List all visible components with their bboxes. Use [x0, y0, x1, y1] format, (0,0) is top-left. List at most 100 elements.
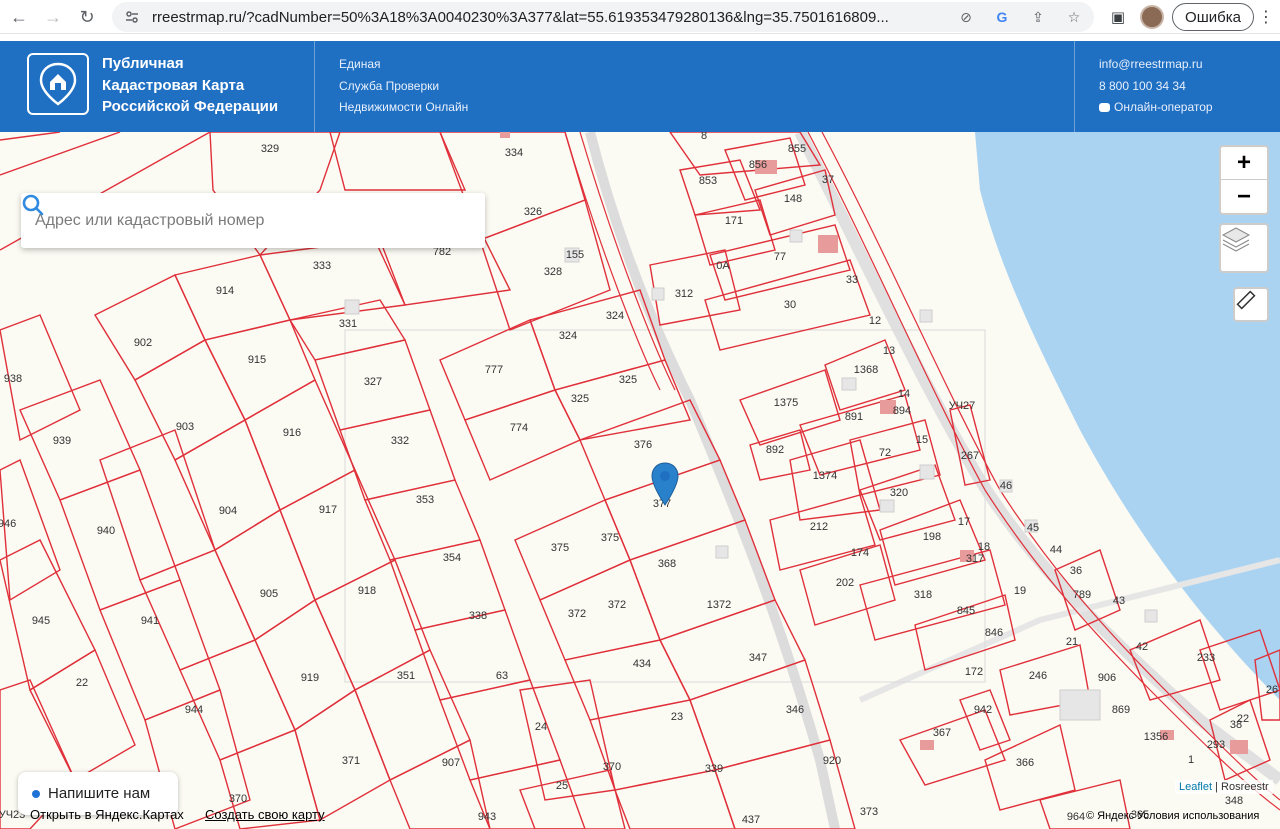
parcel-number-label[interactable]: 63 — [496, 670, 508, 682]
parcel-number-label[interactable]: 202 — [836, 577, 854, 589]
parcel-number-label[interactable]: 72 — [879, 447, 891, 459]
parcel-number-label[interactable]: 1372 — [707, 599, 731, 611]
parcel-number-label[interactable]: 246 — [1029, 670, 1047, 682]
parcel-number-label[interactable]: 434 — [633, 658, 651, 670]
parcel-number-label[interactable]: 777 — [485, 364, 503, 376]
sidebar-toggle-icon[interactable]: ▣ — [1108, 7, 1128, 27]
parcel-number-label[interactable]: 892 — [766, 444, 784, 456]
parcel-number-label[interactable]: 351 — [397, 670, 415, 682]
blocked-content-icon[interactable]: ⊘ — [956, 7, 976, 27]
parcel-number-label[interactable]: 317 — [966, 553, 984, 565]
parcel-number-label[interactable]: 320 — [890, 487, 908, 499]
parcel-number-label[interactable]: 1374 — [813, 470, 837, 482]
parcel-number-label[interactable]: 324 — [606, 310, 624, 322]
error-button[interactable]: Ошибка — [1172, 3, 1254, 31]
parcel-number-label[interactable]: 329 — [261, 143, 279, 155]
address-bar[interactable]: rreestrmap.ru/?cadNumber=50%3A18%3A00402… — [112, 2, 1094, 32]
parcel-number-label[interactable]: 347 — [749, 652, 767, 664]
parcel-number-label[interactable]: 894 — [893, 405, 911, 417]
parcel-number-label[interactable]: 789 — [1073, 589, 1091, 601]
parcel-number-label[interactable]: 437 — [742, 814, 760, 826]
parcel-number-label[interactable]: 77 — [774, 251, 786, 263]
url-text[interactable]: rreestrmap.ru/?cadNumber=50%3A18%3A00402… — [152, 9, 972, 26]
parcel-number-label[interactable]: 940 — [97, 525, 115, 537]
parcel-number-label[interactable]: 917 — [319, 504, 337, 516]
parcel-number-label[interactable]: 46 — [1000, 480, 1012, 492]
parcel-number-label[interactable]: 174 — [851, 547, 869, 559]
parcel-number-label[interactable]: 919 — [301, 672, 319, 684]
parcel-number-label[interactable]: 946 — [0, 518, 16, 530]
parcel-number-label[interactable]: 212 — [810, 521, 828, 533]
search-icon[interactable] — [21, 193, 45, 217]
parcel-number-label[interactable]: 37 — [822, 174, 834, 186]
parcel-number-label[interactable]: 914 — [216, 285, 234, 297]
parcel-number-label[interactable]: 907 — [442, 757, 460, 769]
parcel-number-label[interactable]: 267 — [961, 450, 979, 462]
zoom-in-button[interactable]: + — [1221, 147, 1267, 180]
parcel-number-label[interactable]: 325 — [571, 393, 589, 405]
parcel-number-label[interactable]: 13 — [883, 345, 895, 357]
parcel-number-label[interactable]: 23 — [671, 711, 683, 723]
parcel-number-label[interactable]: 14 — [898, 388, 910, 400]
parcel-number-label[interactable]: 366 — [1016, 757, 1034, 769]
parcel-number-label[interactable]: 45 — [1027, 522, 1039, 534]
logo[interactable] — [27, 53, 89, 115]
parcel-number-label[interactable]: 372 — [608, 599, 626, 611]
parcel-number-label[interactable]: 332 — [391, 435, 409, 447]
parcel-number-label[interactable]: 1356 — [1144, 731, 1168, 743]
site-info-icon[interactable] — [124, 9, 140, 25]
parcel-number-label[interactable]: 375 — [551, 542, 569, 554]
reload-button[interactable]: ↻ — [70, 0, 104, 34]
parcel-number-label[interactable]: 943 — [478, 811, 496, 823]
zoom-out-button[interactable]: − — [1221, 180, 1267, 213]
parcel-number-label[interactable]: 171 — [725, 215, 743, 227]
parcel-number-label[interactable]: 944 — [185, 704, 203, 716]
parcel-number-label[interactable]: 318 — [914, 589, 932, 601]
parcel-number-label[interactable]: 942 — [974, 704, 992, 716]
parcel-number-label[interactable]: 905 — [260, 588, 278, 600]
parcel-number-label[interactable]: 367 — [933, 727, 951, 739]
parcel-number-label[interactable]: 376 — [634, 439, 652, 451]
layers-button[interactable] — [1219, 223, 1269, 273]
parcel-number-label[interactable]: 945 — [32, 615, 50, 627]
bookmark-star-icon[interactable]: ☆ — [1064, 7, 1084, 27]
parcel-number-label[interactable]: 17 — [958, 516, 970, 528]
email-link[interactable]: info@rreestrmap.ru — [1099, 54, 1213, 76]
parcel-number-label[interactable]: 918 — [358, 585, 376, 597]
measure-button[interactable] — [1233, 287, 1269, 322]
parcel-number-label[interactable]: 328 — [544, 266, 562, 278]
parcel-number-label[interactable]: 904 — [219, 505, 237, 517]
parcel-number-label[interactable]: 855 — [788, 143, 806, 155]
parcel-number-label[interactable]: 44 — [1050, 544, 1062, 556]
back-button[interactable]: ← — [2, 0, 36, 34]
parcel-number-label[interactable]: 354 — [443, 552, 461, 564]
parcel-number-label[interactable]: 18 — [978, 541, 990, 553]
parcel-number-label[interactable]: 869 — [1112, 704, 1130, 716]
parcel-number-label[interactable]: 148 — [784, 193, 802, 205]
parcel-number-label[interactable]: 368 — [658, 558, 676, 570]
parcel-number-label[interactable]: 198 — [923, 531, 941, 543]
parcel-number-label[interactable]: 916 — [283, 427, 301, 439]
parcel-number-label[interactable]: 42 — [1136, 641, 1148, 653]
google-icon[interactable]: G — [992, 7, 1012, 27]
parcel-number-label[interactable]: 939 — [53, 435, 71, 447]
parcel-number-label[interactable]: 21 — [1066, 636, 1078, 648]
cadastral-map[interactable]: 329 334 8 856 855 853 37 148 171 326 782 155 333 914 3… — [0, 132, 1280, 829]
parcel-number-label[interactable]: 1375 — [774, 397, 798, 409]
parcel-number-label[interactable]: УЧ27 — [949, 400, 976, 412]
parcel-number-label[interactable]: 941 — [141, 615, 159, 627]
parcel-number-label[interactable]: 348 — [1225, 795, 1243, 807]
search-input[interactable] — [35, 207, 425, 235]
parcel-number-label[interactable]: 938 — [4, 373, 22, 385]
parcel-number-label[interactable]: 853 — [699, 175, 717, 187]
parcel-number-label[interactable]: 334 — [505, 147, 523, 159]
yandex-terms-link[interactable]: © Яндекс Условия использования — [1086, 810, 1259, 822]
parcel-number-label[interactable]: 1368 — [854, 364, 878, 376]
parcel-number-label[interactable]: 903 — [176, 421, 194, 433]
parcel-number-label[interactable]: 371 — [342, 755, 360, 767]
parcel-number-label[interactable]: 26 — [1266, 684, 1278, 696]
parcel-number-label[interactable]: 30 — [784, 299, 796, 311]
open-in-yandex-link[interactable]: Открыть в Яндекс.Картах — [30, 807, 184, 822]
parcel-number-label[interactable]: 324 — [559, 330, 577, 342]
online-operator-link[interactable]: Онлайн-оператор — [1099, 97, 1213, 119]
